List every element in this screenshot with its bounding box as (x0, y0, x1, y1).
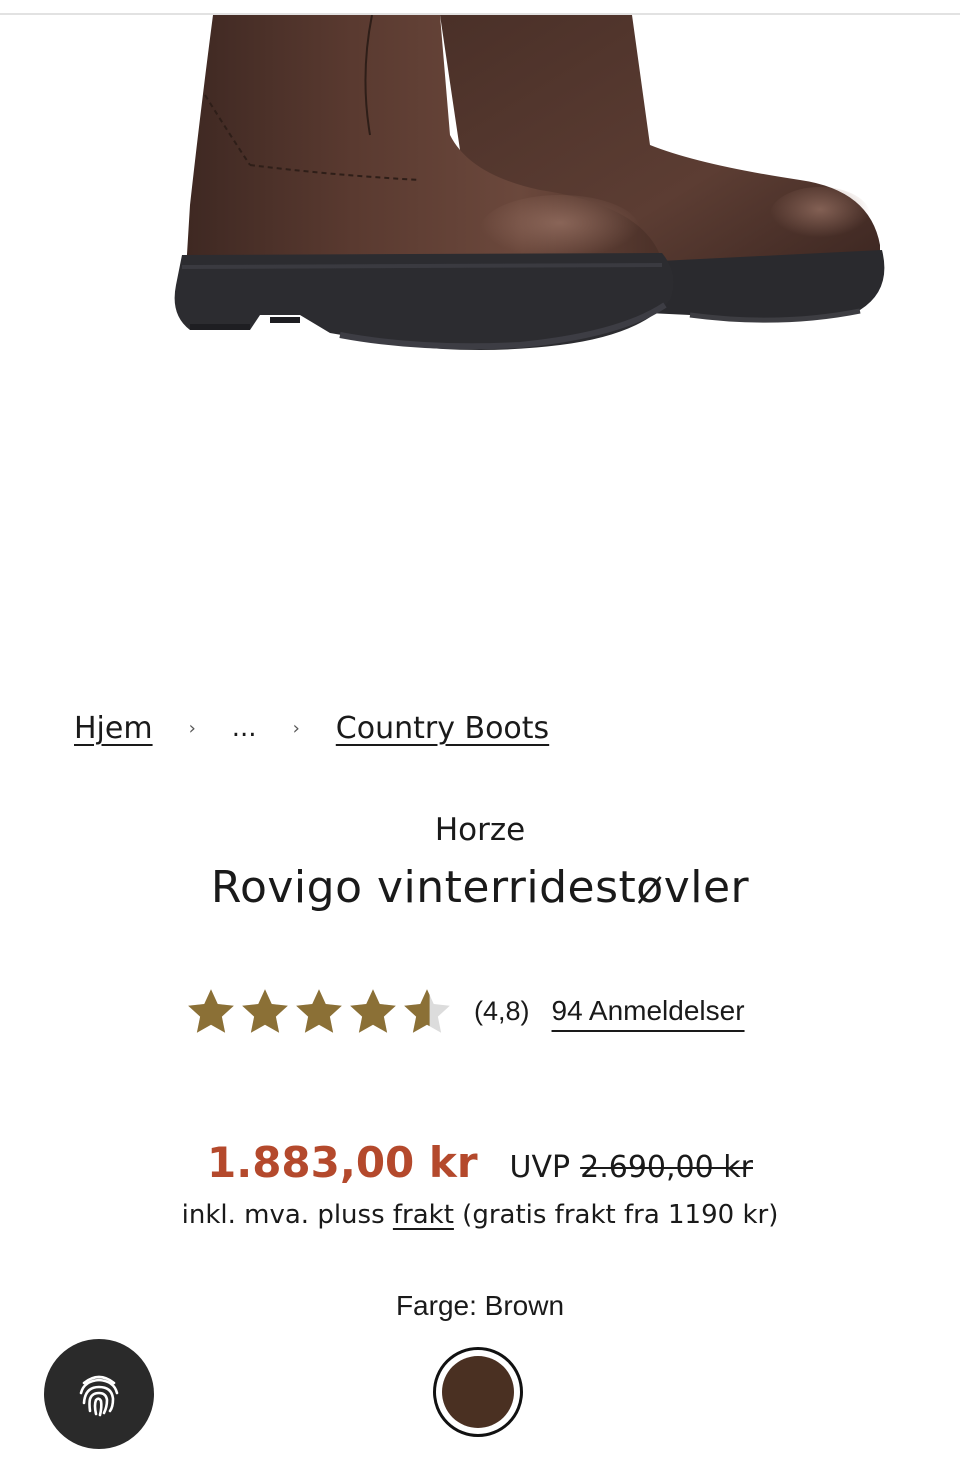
star-icon (188, 989, 234, 1033)
price-row: 1.883,00 kr UVP 2.690,00 kr (0, 1138, 960, 1187)
fingerprint-icon (79, 1375, 119, 1417)
shipping-link[interactable]: frakt (393, 1200, 454, 1230)
original-price: 2.690,00 kr (580, 1150, 753, 1185)
breadcrumb-separator: › (188, 717, 196, 739)
rating-stars (184, 986, 454, 1036)
color-label: Farge: Brown (395, 1290, 565, 1321)
breadcrumb-ellipsis[interactable]: ... (232, 713, 257, 743)
sale-price: 1.883,00 kr (207, 1138, 478, 1187)
breadcrumb-separator: › (292, 717, 300, 739)
star-icon (350, 989, 396, 1033)
product-image[interactable] (0, 15, 960, 575)
color-swatch-fill (442, 1356, 514, 1428)
uvp-label: UVP (509, 1150, 571, 1185)
tax-suffix: (gratis frakt fra 1190 kr) (453, 1200, 779, 1230)
color-swatch-brown[interactable] (433, 1347, 523, 1437)
product-brand: Horze (434, 812, 526, 848)
reviews-link[interactable]: 94 Anmeldelser (552, 995, 745, 1027)
tax-shipping-note: inkl. mva. pluss frakt (gratis frakt fra… (0, 1200, 960, 1230)
rating-row: (4,8) 94 Anmeldelser (184, 985, 745, 1037)
fingerprint-button[interactable] (44, 1339, 154, 1449)
star-icon (242, 989, 288, 1033)
product-title: Rovigo vinterridestøvler (210, 862, 750, 913)
breadcrumb-category-link[interactable]: Country Boots (336, 711, 549, 746)
star-icon (404, 989, 450, 1033)
star-icon (296, 989, 342, 1033)
rating-value: (4,8) (474, 995, 530, 1026)
tax-prefix: inkl. mva. pluss (181, 1200, 393, 1230)
breadcrumb-home-link[interactable]: Hjem (74, 711, 153, 746)
breadcrumb: Hjem › ... › Country Boots (74, 706, 549, 750)
